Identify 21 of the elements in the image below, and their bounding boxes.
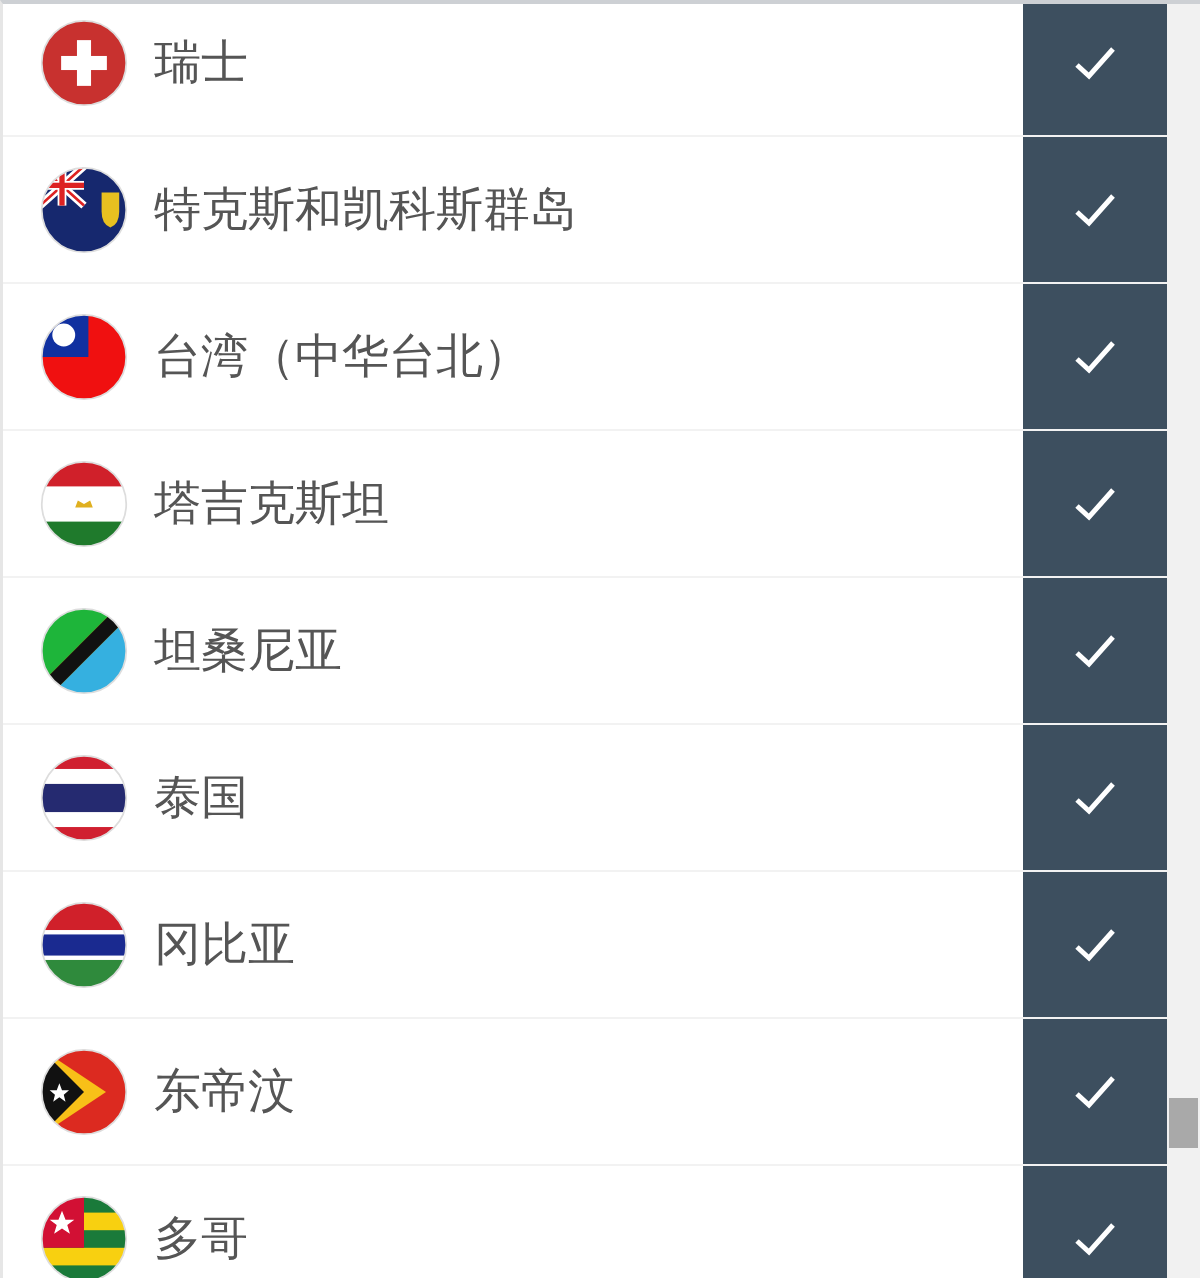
checkbox[interactable]	[1023, 578, 1167, 723]
scrollbar-thumb[interactable]	[1169, 1098, 1198, 1148]
flag-icon	[40, 459, 128, 548]
checkbox[interactable]	[1023, 4, 1167, 135]
checkbox[interactable]	[1023, 725, 1167, 870]
checkbox[interactable]	[1023, 872, 1167, 1017]
country-name: 瑞士	[154, 33, 248, 91]
country-name: 特克斯和凯科斯群岛	[154, 180, 577, 238]
checkbox[interactable]	[1023, 431, 1167, 576]
scrollbar[interactable]	[1167, 4, 1200, 1278]
country-name: 泰国	[154, 768, 248, 826]
country-name: 塔吉克斯坦	[154, 474, 389, 532]
checkbox[interactable]	[1023, 1166, 1167, 1278]
country-name: 冈比亚	[154, 915, 295, 973]
checkbox[interactable]	[1023, 137, 1167, 282]
checkbox[interactable]	[1023, 1019, 1167, 1164]
country-name: 东帝汶	[154, 1062, 295, 1120]
country-name: 坦桑尼亚	[154, 621, 342, 679]
country-name: 多哥	[154, 1209, 248, 1267]
country-name: 台湾（中华台北）	[154, 327, 530, 385]
checkbox[interactable]	[1023, 284, 1167, 429]
